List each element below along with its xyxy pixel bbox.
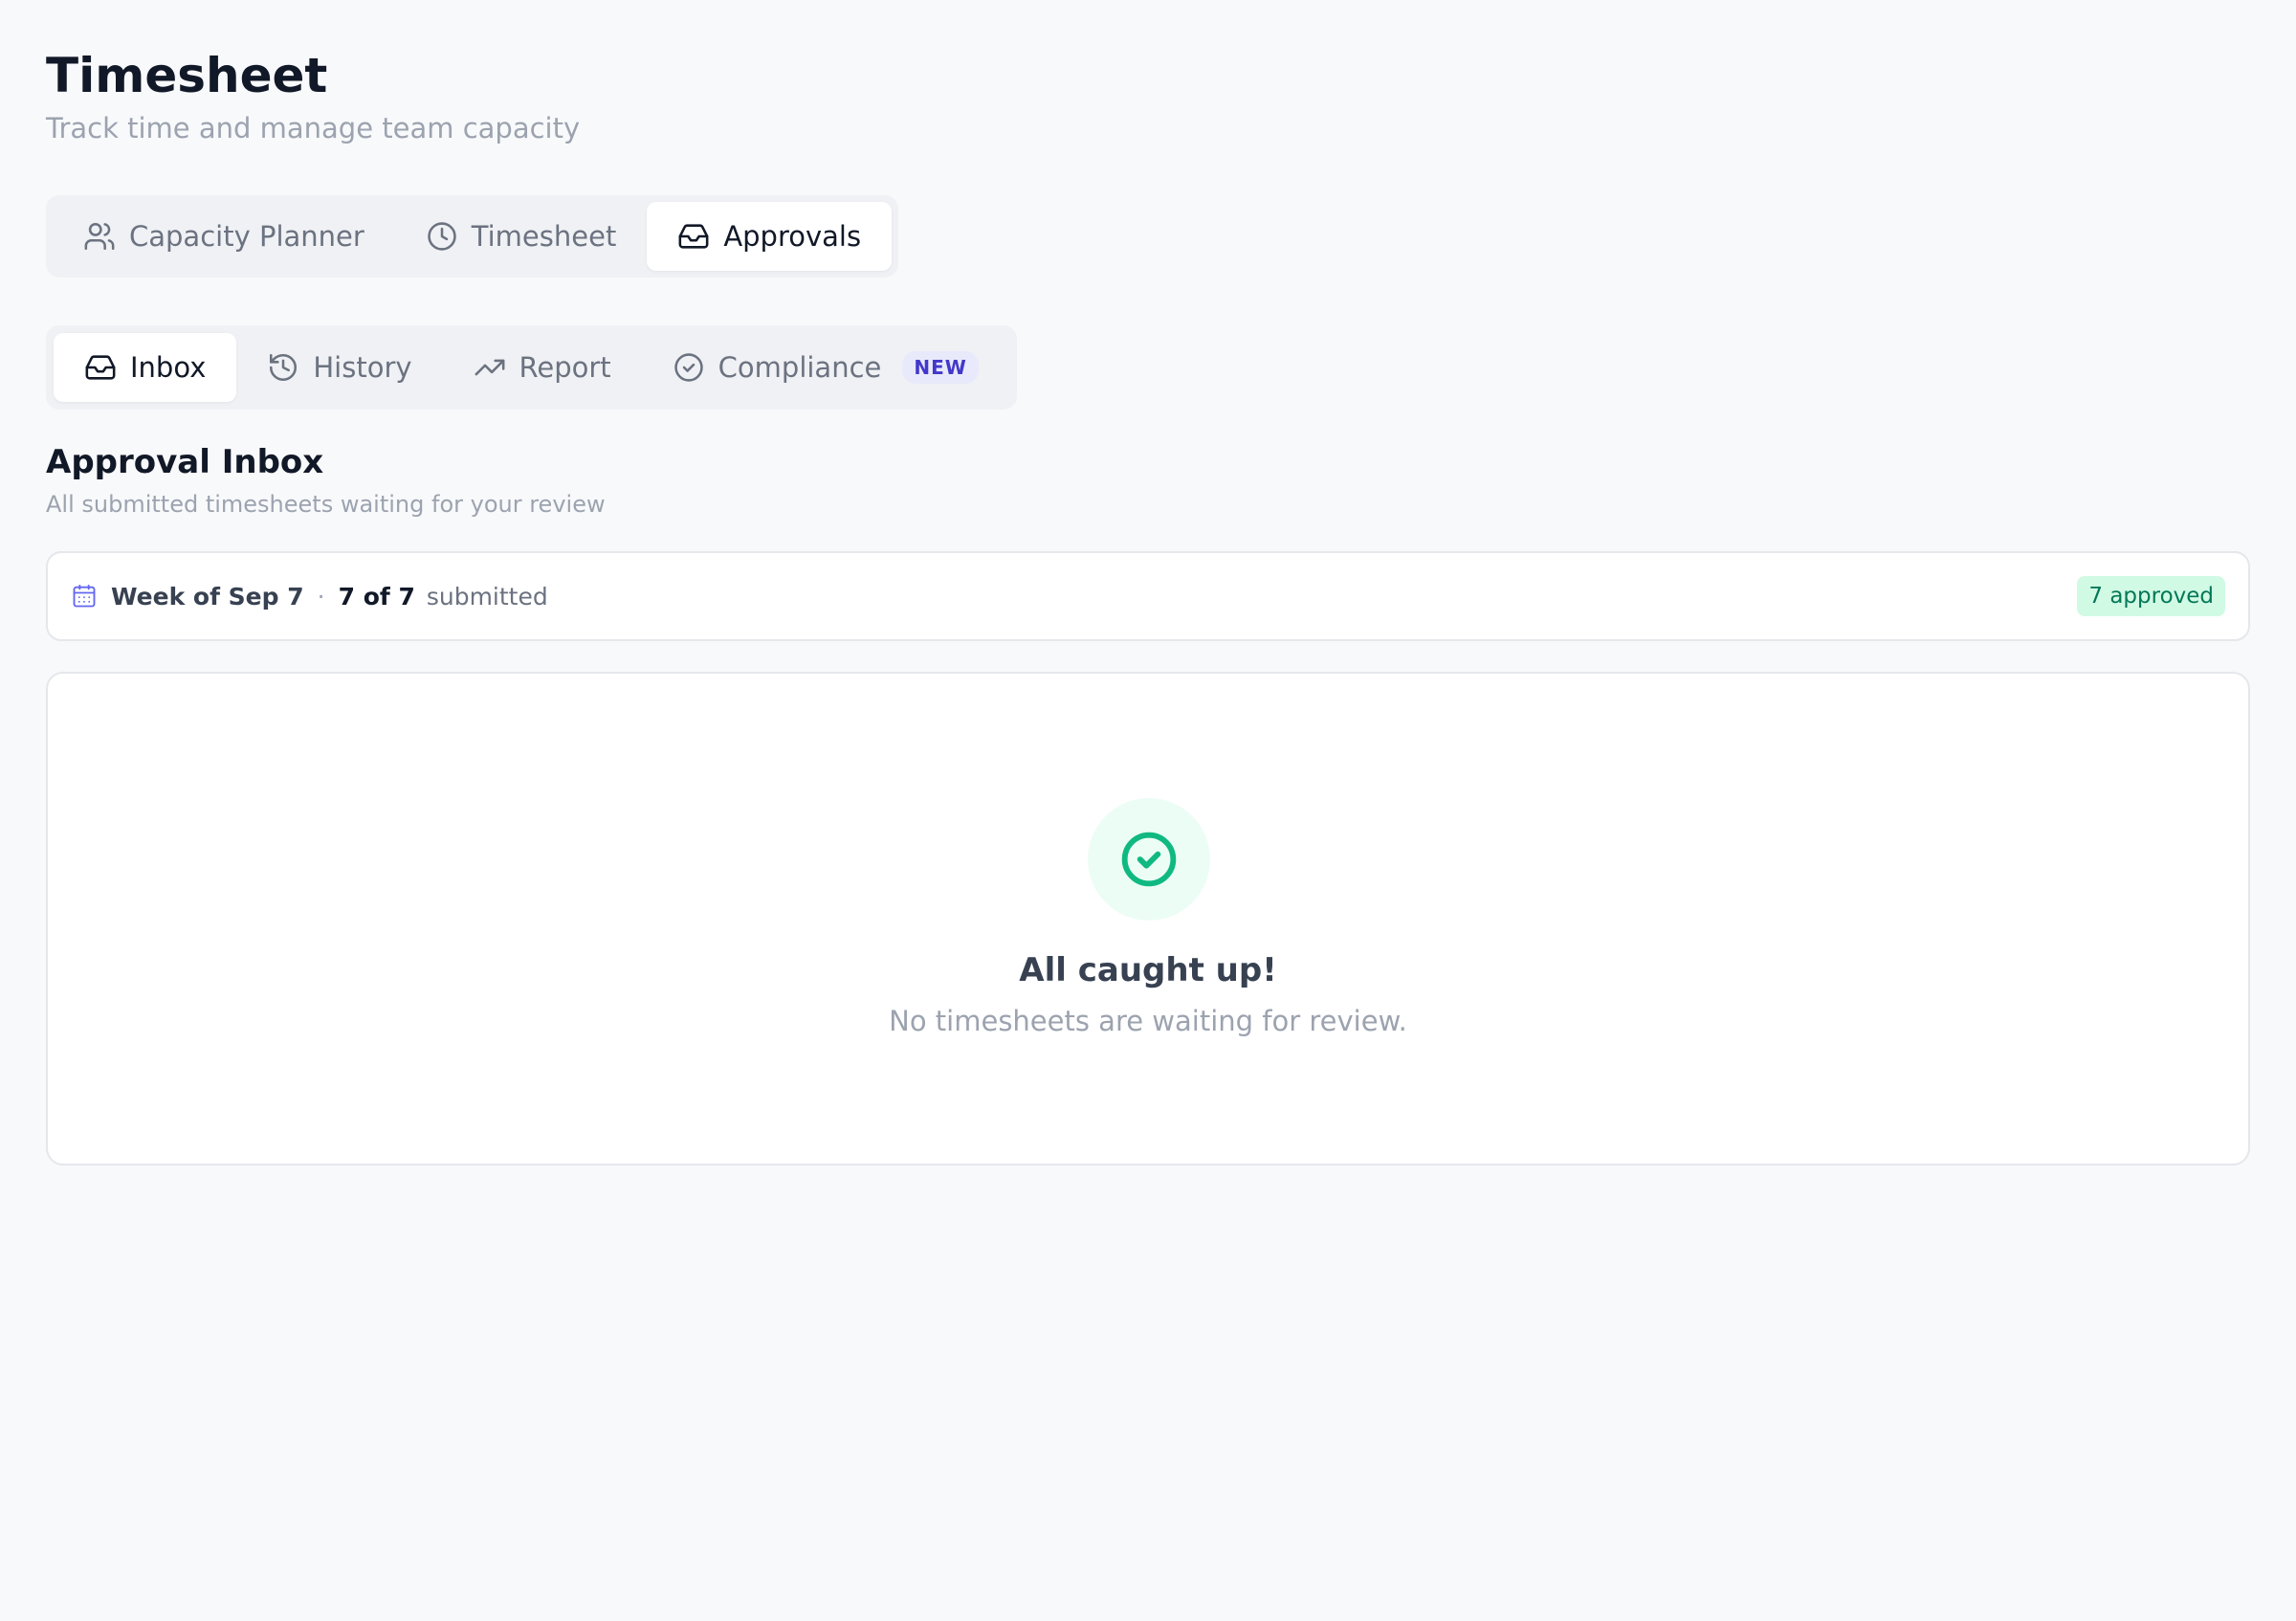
calendar-icon (71, 583, 98, 610)
tab-label: Approvals (723, 220, 862, 253)
tab-label: Inbox (130, 351, 207, 384)
tab-capacity-planner[interactable]: Capacity Planner (53, 202, 395, 271)
main-tab-bar: Capacity Planner Timesheet Approvals (46, 195, 899, 278)
tab-report[interactable]: Report (443, 333, 642, 402)
check-circle-icon (1088, 798, 1210, 921)
check-circle-icon (673, 351, 705, 384)
page-title: Timesheet (46, 48, 328, 103)
tab-approvals[interactable]: Approvals (647, 202, 893, 271)
empty-state-title: All caught up! (1019, 951, 1277, 989)
week-label: Week of Sep 7 (111, 582, 304, 611)
trending-up-icon (474, 351, 506, 384)
section-subtitle: All submitted timesheets waiting for you… (46, 491, 606, 518)
tab-label: History (313, 351, 412, 384)
approved-badge: 7 approved (2077, 576, 2225, 616)
inbox-icon (84, 351, 117, 384)
tab-label: Report (519, 351, 611, 384)
empty-state-message: No timesheets are waiting for review. (889, 1005, 1407, 1037)
history-icon (267, 351, 299, 384)
users-icon (83, 220, 116, 253)
tab-label: Compliance (718, 351, 882, 384)
section-title: Approval Inbox (46, 443, 324, 481)
week-summary-bar: Week of Sep 7 · 7 of 7 submitted 7 appro… (46, 551, 2250, 641)
page-subtitle: Track time and manage team capacity (46, 112, 581, 144)
inbox-icon (677, 220, 710, 253)
tab-label: Capacity Planner (129, 220, 364, 253)
empty-state-card: All caught up! No timesheets are waiting… (46, 672, 2250, 1166)
tab-compliance[interactable]: Compliance NEW (642, 333, 1009, 402)
page: Timesheet Track time and manage team cap… (0, 0, 2296, 1621)
clock-icon (426, 220, 458, 253)
submitted-count: 7 of 7 (338, 582, 415, 611)
tab-history[interactable]: History (236, 333, 442, 402)
tab-label: Timesheet (471, 220, 617, 253)
submitted-label: submitted (426, 582, 548, 611)
new-badge: NEW (902, 351, 979, 384)
separator: · (317, 582, 325, 611)
sub-tab-bar: Inbox History Report Compliance NEW (46, 325, 1017, 410)
tab-timesheet[interactable]: Timesheet (395, 202, 648, 271)
tab-inbox[interactable]: Inbox (54, 333, 237, 402)
